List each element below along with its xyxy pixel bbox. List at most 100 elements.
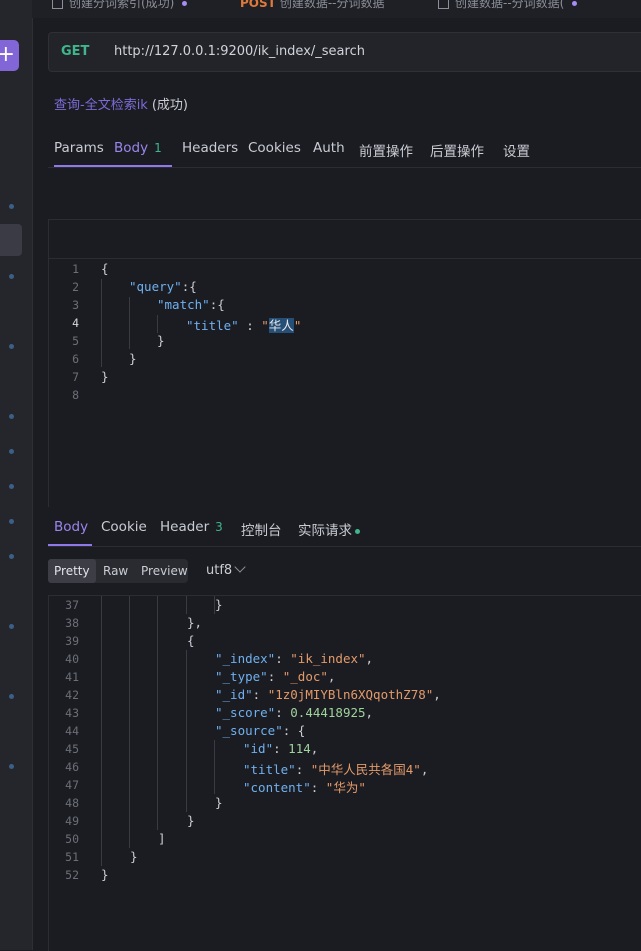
sidebar-dot-icon[interactable]	[9, 484, 14, 489]
sidebar-selected-item[interactable]	[0, 224, 22, 256]
format-toggle: Pretty Raw Preview	[48, 559, 188, 583]
tab-settings[interactable]: 设置	[503, 140, 530, 160]
tab-create-index[interactable]: 创建分词索引(成功)	[52, 0, 188, 11]
sidebar-dot-icon[interactable]	[9, 519, 14, 524]
code-line: "id": 114,	[243, 741, 319, 756]
folder-icon	[52, 0, 63, 9]
tab-pre-script[interactable]: 前置操作	[359, 140, 413, 160]
folder-icon	[438, 0, 449, 9]
line-number: 41	[65, 670, 79, 684]
code-line: }	[215, 597, 223, 612]
body-code-editor[interactable]: 1 2 3 4 5 6 7 8 { "query":{ "match":{ "t…	[48, 259, 641, 507]
code-line: "_type": "_doc",	[215, 669, 336, 684]
line-number: 47	[65, 778, 79, 792]
line-number: 42	[65, 688, 79, 702]
line-number: 45	[65, 742, 79, 756]
indent-guide	[157, 596, 158, 830]
line-number: 1	[72, 262, 79, 276]
indent-guide	[214, 740, 215, 794]
line-number: 48	[65, 796, 79, 810]
status-dot-icon	[355, 528, 360, 534]
unsaved-dot-icon	[572, 1, 578, 6]
line-number: 40	[65, 652, 79, 666]
sidebar-dot-icon[interactable]	[9, 344, 14, 349]
line-number: 37	[65, 598, 79, 612]
sidebar-dot-icon[interactable]	[9, 204, 14, 209]
code-line: "_index": "ik_index",	[215, 651, 374, 666]
line-number: 52	[65, 868, 79, 882]
tab-actual-request[interactable]: 实际请求	[298, 519, 360, 539]
code-line: ]	[158, 831, 166, 846]
code-line: }	[215, 795, 223, 810]
tab-create-data-2[interactable]: 创建数据--分词数据(	[438, 0, 578, 11]
method-select[interactable]: GET	[61, 44, 89, 59]
line-number: 8	[72, 388, 79, 402]
tab-auth[interactable]: Auth	[313, 140, 345, 156]
indent-guide	[186, 650, 187, 812]
code-line: }	[157, 333, 165, 348]
line-number: 51	[65, 850, 79, 864]
code-line: "query":{	[129, 279, 197, 294]
line-number: 5	[72, 334, 79, 348]
code-line: }	[187, 813, 195, 828]
divider	[48, 167, 641, 168]
line-number: 50	[65, 832, 79, 846]
code-line: }	[129, 351, 137, 366]
tab-cookies[interactable]: Cookies	[248, 140, 301, 156]
line-number: 6	[72, 352, 79, 366]
response-code-viewer[interactable]: 37 38 39 40 41 42 43 44 45 46 47 48 49 5…	[48, 595, 641, 951]
line-number: 38	[65, 616, 79, 630]
line-number: 46	[65, 760, 79, 774]
sidebar-dot-icon[interactable]	[9, 449, 14, 454]
body-editor-toolbar	[48, 219, 641, 259]
line-number: 2	[72, 280, 79, 294]
chevron-down-icon[interactable]	[234, 561, 246, 573]
sidebar-dot-icon[interactable]	[9, 274, 14, 279]
tab-params[interactable]: Params	[54, 140, 104, 156]
tab-console[interactable]: 控制台	[241, 519, 282, 539]
sidebar-dot-icon[interactable]	[9, 624, 14, 629]
format-raw[interactable]: Raw	[103, 564, 128, 578]
indent-guide	[186, 596, 187, 614]
line-number: 43	[65, 706, 79, 720]
divider	[48, 546, 641, 547]
sidebar-dot-icon[interactable]	[9, 764, 14, 769]
tab-response-cookie[interactable]: Cookie	[101, 519, 147, 535]
code-line: "_id": "1z0jMIYBln6XQqothZ78",	[215, 687, 441, 702]
selected-text: 华人	[268, 318, 294, 333]
code-line: }	[101, 369, 109, 384]
unsaved-dot-icon	[182, 1, 188, 6]
sidebar-dot-icon[interactable]	[9, 694, 14, 699]
code-line: },	[187, 615, 203, 630]
tab-body[interactable]: Body 1	[114, 140, 162, 156]
indent-guide	[129, 297, 130, 349]
tab-response-header[interactable]: Header 3	[160, 519, 223, 535]
indent-guide	[101, 279, 102, 367]
indent-guide	[157, 315, 158, 333]
line-number: 4	[72, 316, 79, 330]
url-input[interactable]: http://127.0.0.1:9200/ik_index/_search	[114, 44, 365, 59]
encoding-select[interactable]: utf8	[206, 563, 232, 578]
sidebar-dot-icon[interactable]	[9, 414, 14, 419]
code-line: "match":{	[157, 297, 225, 312]
add-plus-icon[interactable]: +	[0, 40, 19, 71]
tab-headers[interactable]: Headers	[182, 140, 238, 156]
line-number: 7	[72, 370, 79, 384]
code-line: {	[101, 261, 109, 276]
code-line: }	[130, 849, 138, 864]
left-sidebar: +	[0, 0, 33, 950]
request-name: 查询-全文检索ik (成功)	[54, 98, 188, 113]
tab-post-script[interactable]: 后置操作	[430, 140, 484, 160]
format-preview[interactable]: Preview	[141, 564, 188, 578]
code-line: "title" : "华人"	[186, 318, 302, 333]
code-line: {	[187, 633, 195, 648]
code-line: "content": "华为"	[243, 780, 366, 795]
request-tab-strip: 创建分词索引(成功) POST 创建数据--分词数据 创建数据--分词数据(	[32, 0, 641, 18]
format-pretty[interactable]: Pretty	[48, 559, 96, 583]
line-number: 49	[65, 814, 79, 828]
sidebar-dot-icon[interactable]	[9, 554, 14, 559]
line-number: 3	[72, 298, 79, 312]
url-bar[interactable]: GET http://127.0.0.1:9200/ik_index/_sear…	[48, 32, 641, 72]
tab-post-create-data[interactable]: POST 创建数据--分词数据	[240, 0, 385, 11]
tab-response-body[interactable]: Body	[54, 519, 88, 535]
